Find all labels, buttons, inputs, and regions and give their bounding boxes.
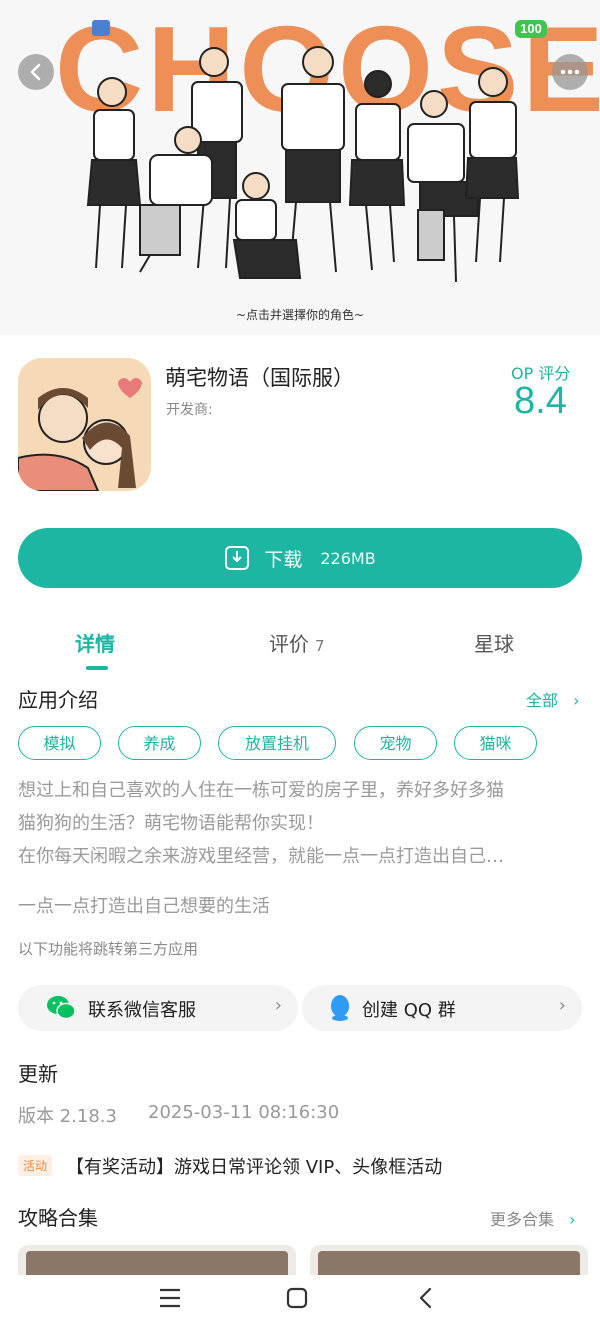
intro-all-link[interactable]: 全部 › bbox=[526, 687, 580, 711]
update-date: 2025-03-11 08:16:30 bbox=[148, 1102, 340, 1123]
guide-card[interactable] bbox=[18, 1245, 296, 1275]
wechat-icon bbox=[47, 996, 76, 1020]
download-button[interactable]: 下载 226MB bbox=[18, 528, 582, 588]
system-nav-bar bbox=[0, 1275, 600, 1333]
update-title: 更新 bbox=[18, 1062, 58, 1086]
more-button[interactable] bbox=[552, 54, 588, 90]
guides-more-link[interactable]: 更多合集 › bbox=[490, 1206, 576, 1230]
back-nav-icon[interactable] bbox=[416, 1287, 436, 1309]
chevron-right-icon: › bbox=[573, 691, 580, 710]
qq-label: 创建 QQ 群 bbox=[362, 1000, 456, 1021]
tab-details[interactable]: 详情 bbox=[75, 628, 115, 657]
version-text: 版本 2.18.3 bbox=[18, 1106, 117, 1127]
tab-reviews[interactable]: 评价 7 bbox=[269, 628, 325, 657]
download-size: 226MB bbox=[320, 548, 376, 568]
download-icon bbox=[225, 546, 250, 570]
developer-label: 开发商: bbox=[166, 402, 213, 418]
qq-group-button[interactable]: 创建 QQ 群 › bbox=[302, 985, 582, 1031]
banner-image[interactable]: CHOOSE ~点击并選擇你的角色~ bbox=[0, 0, 600, 335]
tag-chip[interactable]: 放置挂机 bbox=[218, 726, 336, 760]
banner-illustration bbox=[86, 46, 520, 283]
download-label: 下载 bbox=[264, 548, 303, 571]
third-party-note: 以下功能将跳转第三方应用 bbox=[18, 940, 199, 958]
intro-description-extra: 一点一点打造出自己想要的生活 bbox=[18, 896, 270, 917]
more-dots-icon bbox=[560, 69, 580, 75]
intro-description[interactable]: 想过上和自己喜欢的人住在一栋可爱的房子里，养好多好多猫 猫狗狗的生活？萌宅物语能… bbox=[18, 774, 584, 873]
wechat-label: 联系微信客服 bbox=[88, 1000, 196, 1021]
chevron-right-icon: › bbox=[558, 995, 566, 1016]
qq-icon bbox=[331, 995, 349, 1021]
home-icon[interactable] bbox=[286, 1287, 308, 1309]
review-count: 7 bbox=[315, 637, 325, 655]
back-button[interactable] bbox=[18, 54, 54, 90]
mail-icon bbox=[92, 20, 110, 36]
guides-title: 攻略合集 bbox=[18, 1206, 98, 1230]
event-link[interactable]: 【有奖活动】游戏日常评论领 VIP、头像框活动 bbox=[66, 1153, 442, 1179]
tab-planet[interactable]: 星球 bbox=[474, 628, 514, 657]
tag-chip[interactable]: 猫咪 bbox=[454, 726, 537, 760]
intro-title: 应用介绍 bbox=[18, 688, 98, 712]
app-icon bbox=[18, 358, 151, 491]
app-name: 萌宅物语（国际服） bbox=[165, 366, 354, 390]
chevron-right-icon: › bbox=[569, 1210, 576, 1229]
guide-card[interactable] bbox=[310, 1245, 588, 1275]
score-value: 8.4 bbox=[514, 380, 567, 422]
tag-chip[interactable]: 宠物 bbox=[354, 726, 437, 760]
wechat-service-button[interactable]: 联系微信客服 › bbox=[18, 985, 298, 1031]
event-tag: 活动 bbox=[18, 1155, 53, 1176]
tag-chip[interactable]: 模拟 bbox=[18, 726, 101, 760]
tab-active-indicator bbox=[86, 666, 108, 670]
chevron-right-icon: › bbox=[274, 995, 282, 1016]
menu-icon[interactable] bbox=[158, 1287, 182, 1309]
chevron-left-icon bbox=[30, 63, 41, 81]
banner-caption: ~点击并選擇你的角色~ bbox=[235, 308, 365, 322]
battery-indicator: 100 bbox=[515, 20, 547, 38]
tag-chip[interactable]: 养成 bbox=[118, 726, 201, 760]
